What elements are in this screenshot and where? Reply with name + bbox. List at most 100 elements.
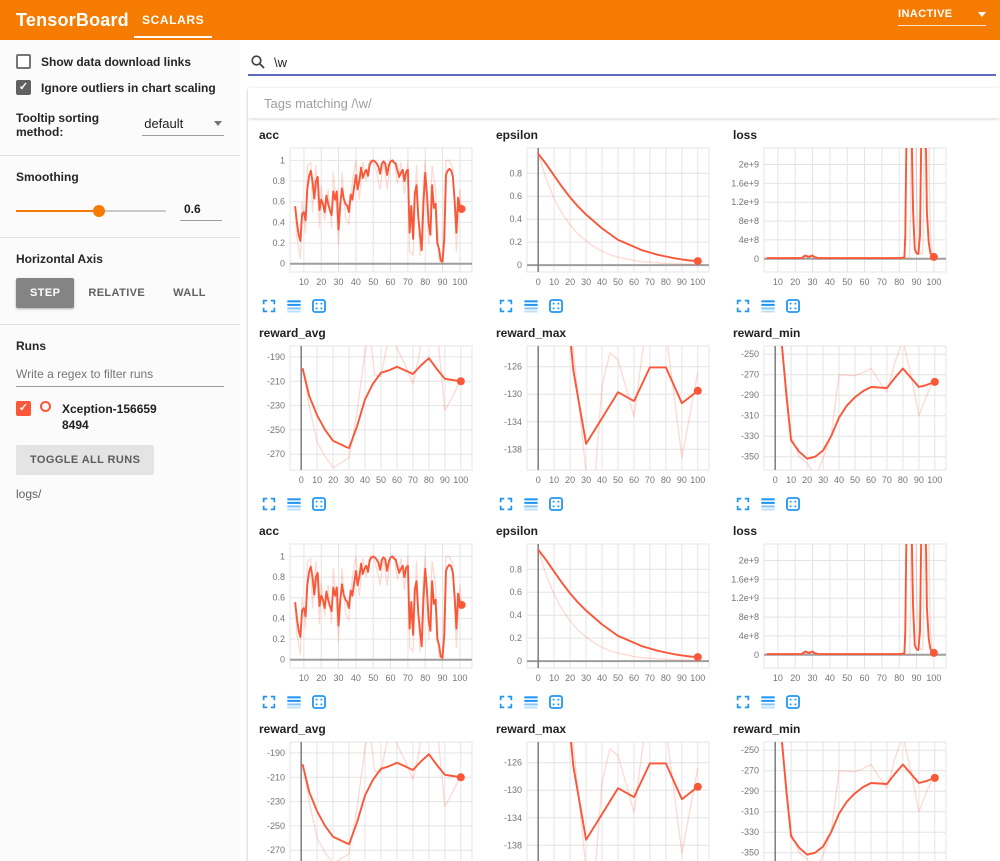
svg-text:90: 90 <box>677 277 687 287</box>
fit-domain-icon[interactable] <box>548 298 564 314</box>
svg-text:0.2: 0.2 <box>272 634 285 644</box>
chart-title: acc <box>259 128 489 142</box>
chart-title: reward_avg <box>259 326 489 340</box>
chart-title: epsilon <box>496 128 726 142</box>
expand-chart-icon[interactable] <box>735 298 751 314</box>
show-download-links-checkbox-row[interactable]: Show data download links <box>16 54 224 69</box>
fit-domain-icon[interactable] <box>311 298 327 314</box>
chart-plot[interactable]: 010203040506070809010000.20.40.60.8 <box>489 143 715 291</box>
divider <box>0 237 240 238</box>
expand-chart-icon[interactable] <box>498 496 514 512</box>
axis-step-button[interactable]: STEP <box>16 278 74 308</box>
svg-text:8e+8: 8e+8 <box>739 216 759 226</box>
svg-text:10: 10 <box>773 277 783 287</box>
svg-text:4e+8: 4e+8 <box>739 631 759 641</box>
tab-scalars[interactable]: SCALARS <box>128 0 218 40</box>
svg-text:40: 40 <box>825 673 835 683</box>
search-icon <box>250 54 266 70</box>
expand-chart-icon[interactable] <box>261 298 277 314</box>
runs-selector-icon[interactable] <box>523 298 539 314</box>
ignore-outliers-checkbox-row[interactable]: ✓ Ignore outliers in chart scaling <box>16 80 224 95</box>
svg-text:1: 1 <box>280 155 285 165</box>
chart-plot[interactable]: 0102030405060708090100-126-130-134-138 <box>489 341 715 489</box>
app-title: TensorBoard <box>16 10 129 31</box>
runs-selector-icon[interactable] <box>760 298 776 314</box>
chart-plot[interactable]: 10203040506070809010000.20.40.60.81 <box>252 539 478 687</box>
runs-selector-icon[interactable] <box>286 694 302 710</box>
chart-plot[interactable]: 10203040506070809010000.20.40.60.81 <box>252 143 478 291</box>
svg-text:0.2: 0.2 <box>509 633 522 643</box>
svg-text:-138: -138 <box>504 840 522 850</box>
axis-wall-button[interactable]: WALL <box>159 278 220 308</box>
svg-text:20: 20 <box>565 277 575 287</box>
runs-selector-icon[interactable] <box>760 694 776 710</box>
svg-text:10: 10 <box>786 475 796 485</box>
slider-knob[interactable] <box>93 205 105 217</box>
svg-text:50: 50 <box>613 475 623 485</box>
toggle-all-runs-button[interactable]: TOGGLE ALL RUNS <box>16 445 154 475</box>
expand-chart-icon[interactable] <box>261 694 277 710</box>
svg-text:60: 60 <box>385 673 395 683</box>
svg-text:-190: -190 <box>267 352 285 362</box>
fit-domain-icon[interactable] <box>311 496 327 512</box>
status-dropdown[interactable]: INACTIVE <box>898 8 986 26</box>
scalar-chart-loss: loss10203040506070809010004e+88e+81.2e+9… <box>726 517 963 715</box>
expand-chart-icon[interactable] <box>735 496 751 512</box>
fit-domain-icon[interactable] <box>785 694 801 710</box>
svg-text:80: 80 <box>898 475 908 485</box>
search-input-value: \w <box>274 55 287 70</box>
svg-text:10: 10 <box>299 673 309 683</box>
chart-plot[interactable]: 0102030405060708090100-250-270-290-310-3… <box>726 341 952 489</box>
svg-text:-290: -290 <box>741 786 759 796</box>
chart-title: reward_min <box>733 326 963 340</box>
tag-search-field[interactable]: \w <box>248 50 996 76</box>
run-checkbox-checked-icon[interactable]: ✓ <box>16 401 31 416</box>
expand-chart-icon[interactable] <box>261 496 277 512</box>
checkbox-unchecked-icon[interactable] <box>16 54 31 69</box>
tooltip-sorting-select[interactable]: default <box>142 114 224 136</box>
smoothing-value-input[interactable]: 0.6 <box>180 200 222 221</box>
checkbox-checked-icon[interactable]: ✓ <box>16 80 31 95</box>
runs-selector-icon[interactable] <box>523 496 539 512</box>
svg-text:30: 30 <box>581 673 591 683</box>
chart-toolbar <box>261 495 489 512</box>
svg-text:50: 50 <box>842 673 852 683</box>
svg-text:0.6: 0.6 <box>272 593 285 603</box>
charts-grid: acc10203040506070809010000.20.40.60.81ep… <box>248 119 1000 861</box>
fit-domain-icon[interactable] <box>785 298 801 314</box>
chart-plot[interactable]: 0102030405060708090100-190-210-230-250-2… <box>252 737 478 861</box>
fit-domain-icon[interactable] <box>311 694 327 710</box>
fit-domain-icon[interactable] <box>548 694 564 710</box>
run-list-item[interactable]: ✓ Xception-1566598494 <box>16 401 224 433</box>
svg-text:20: 20 <box>328 475 338 485</box>
chart-plot[interactable]: 10203040506070809010004e+88e+81.2e+91.6e… <box>726 143 952 291</box>
chart-plot[interactable]: 10203040506070809010004e+88e+81.2e+91.6e… <box>726 539 952 687</box>
chart-plot[interactable]: 0102030405060708090100-190-210-230-250-2… <box>252 341 478 489</box>
runs-selector-icon[interactable] <box>286 298 302 314</box>
chart-plot[interactable]: 0102030405060708090100-250-270-290-310-3… <box>726 737 952 861</box>
fit-domain-icon[interactable] <box>548 496 564 512</box>
svg-text:80: 80 <box>420 673 430 683</box>
svg-text:1: 1 <box>280 551 285 561</box>
run-radio-icon[interactable] <box>40 401 51 412</box>
svg-text:80: 80 <box>894 277 904 287</box>
expand-chart-icon[interactable] <box>735 694 751 710</box>
tab-active-underline <box>134 36 212 38</box>
runs-selector-icon[interactable] <box>760 496 776 512</box>
expand-chart-icon[interactable] <box>498 298 514 314</box>
chart-plot[interactable]: 0102030405060708090100-126-130-134-138 <box>489 737 715 861</box>
fit-domain-icon[interactable] <box>785 496 801 512</box>
chart-plot[interactable]: 010203040506070809010000.20.40.60.8 <box>489 539 715 687</box>
runs-selector-icon[interactable] <box>286 496 302 512</box>
svg-text:-230: -230 <box>267 797 285 807</box>
chart-toolbar <box>261 297 489 314</box>
svg-text:-130: -130 <box>504 389 522 399</box>
scalar-chart-acc: acc10203040506070809010000.20.40.60.81 <box>252 121 489 319</box>
run-filter-input[interactable]: Write a regex to filter runs <box>16 365 224 387</box>
smoothing-slider[interactable] <box>16 205 166 217</box>
expand-chart-icon[interactable] <box>498 694 514 710</box>
svg-text:-126: -126 <box>504 758 522 768</box>
svg-text:80: 80 <box>661 475 671 485</box>
runs-selector-icon[interactable] <box>523 694 539 710</box>
axis-relative-button[interactable]: RELATIVE <box>74 278 159 308</box>
